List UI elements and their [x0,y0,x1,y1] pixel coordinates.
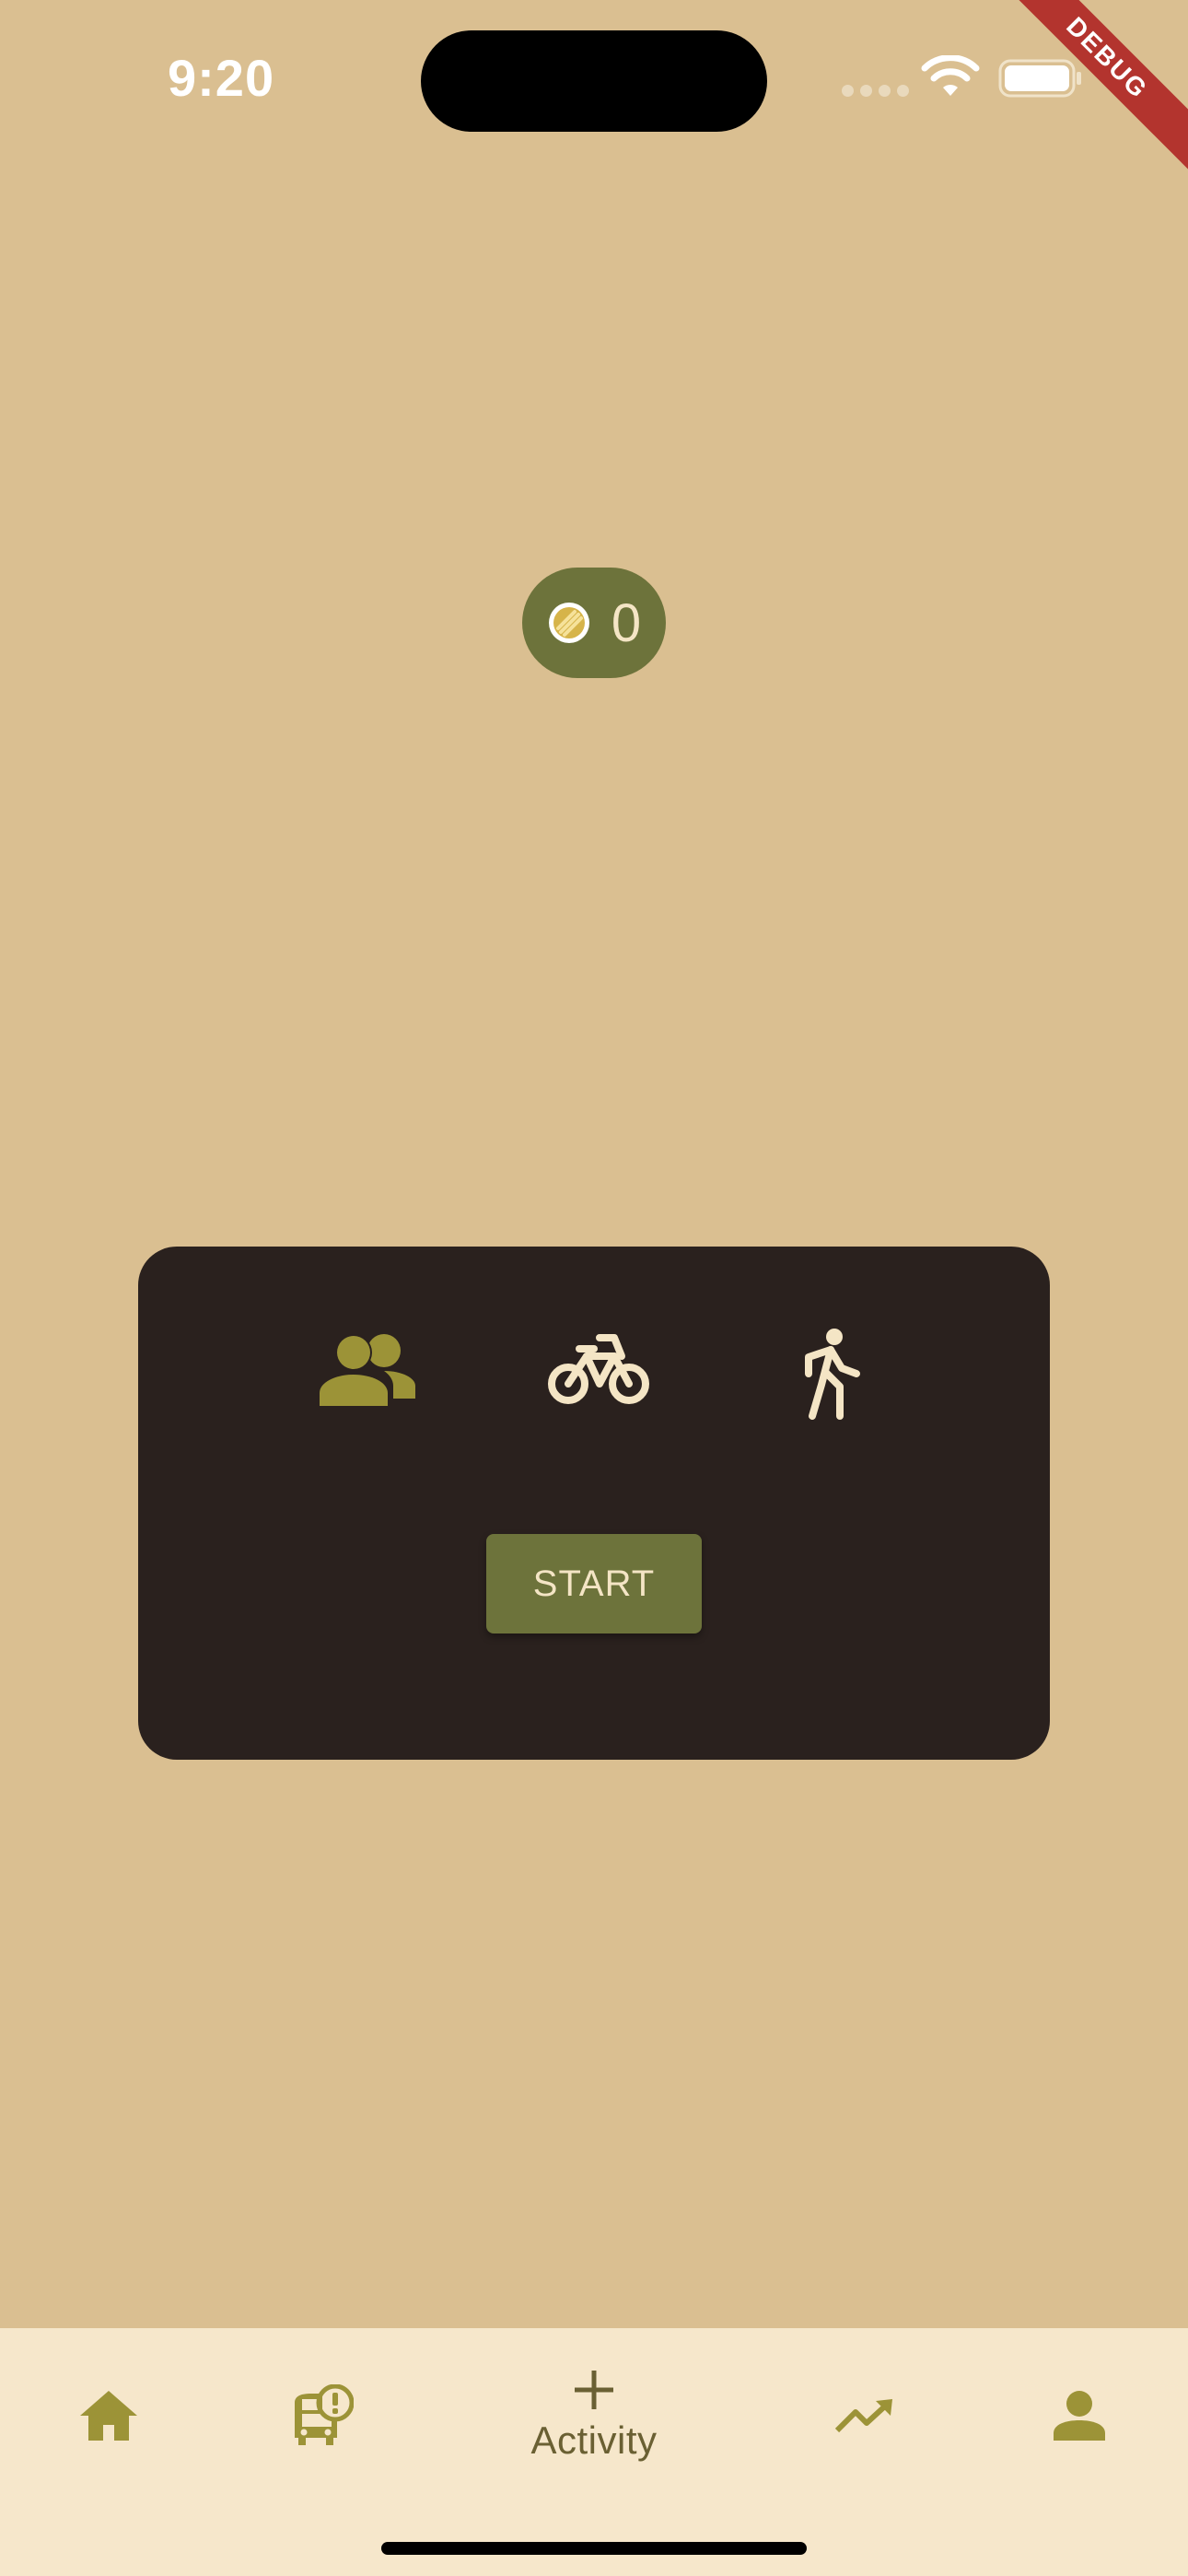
nav-item-stats[interactable] [810,2328,921,2503]
start-button[interactable]: START [486,1534,702,1633]
plus-icon [575,2371,613,2409]
walk-icon[interactable] [799,1328,862,1420]
trending-up-icon [835,2399,892,2433]
bottom-navigation-bar: Activity [0,2328,1188,2576]
coin-icon [548,603,589,643]
nav-item-activity[interactable]: Activity [479,2328,709,2503]
home-indicator[interactable] [381,2542,807,2555]
bus-alert-icon [295,2384,354,2445]
coin-count: 0 [611,592,642,653]
dynamic-island [421,30,767,132]
home-icon [80,2391,137,2441]
nav-item-profile[interactable] [1024,2328,1135,2503]
bike-icon[interactable] [548,1332,649,1406]
nav-label-activity: Activity [530,2418,658,2462]
battery-icon [998,59,1081,98]
cellular-signal-icon [842,85,909,97]
person-icon [1054,2391,1105,2441]
nav-item-home[interactable] [53,2328,164,2503]
status-time: 9:20 [168,49,275,107]
nav-item-transit[interactable] [267,2328,378,2503]
wifi-icon [921,55,980,96]
coin-balance-pill: 0 [522,568,666,678]
group-icon[interactable] [320,1332,415,1406]
activity-card: START [138,1247,1050,1760]
